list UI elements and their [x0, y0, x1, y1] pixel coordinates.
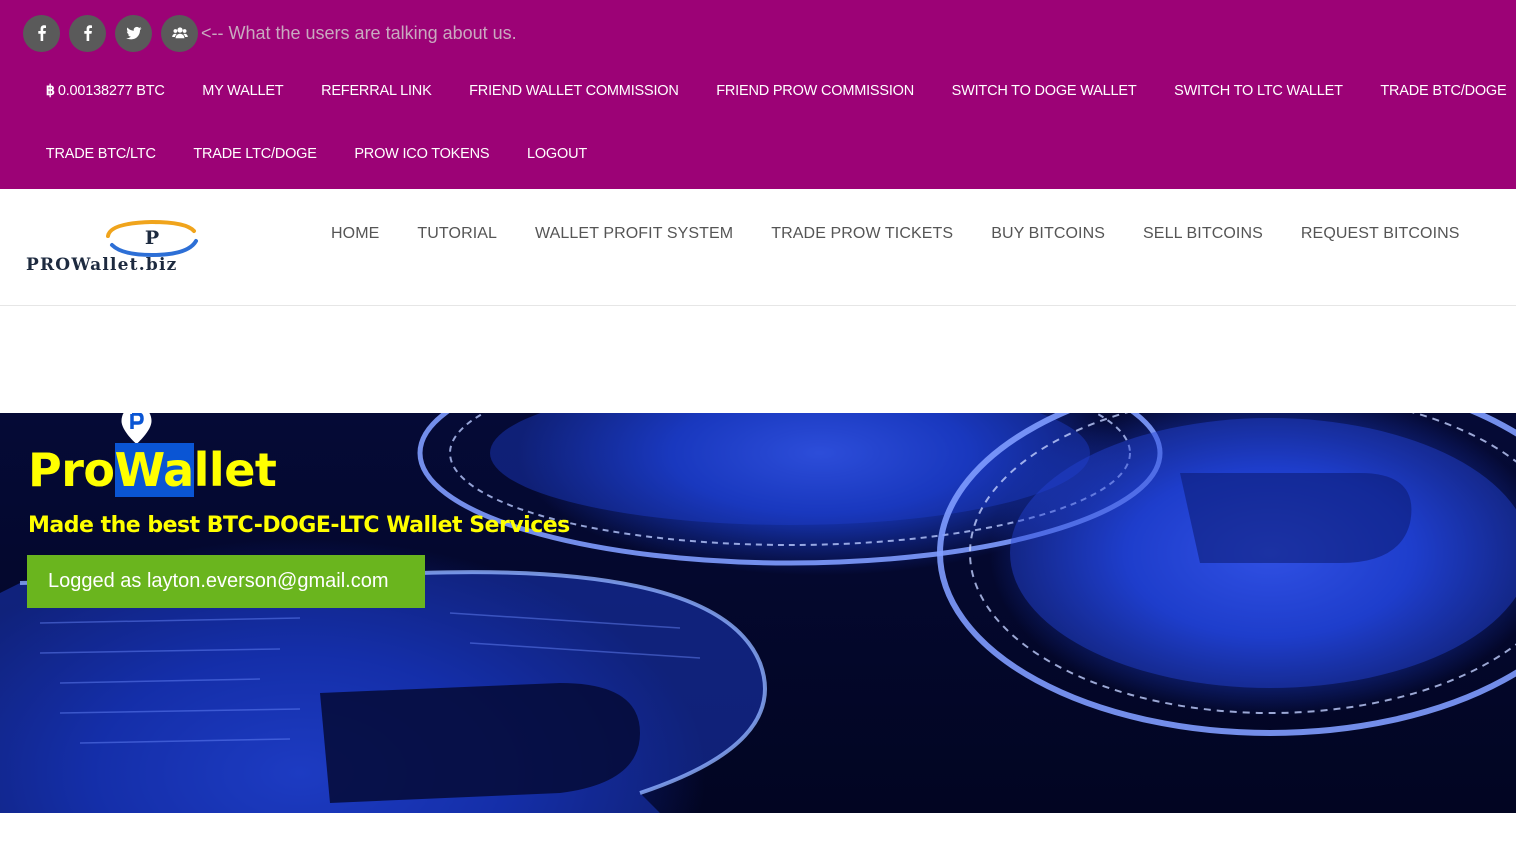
facebook-icon	[83, 25, 92, 41]
users-button[interactable]	[161, 14, 198, 52]
logo-text: PROWallet.biz	[26, 255, 178, 275]
balance-text: 0.00138277 BTC	[57, 83, 165, 99]
menu-friend-prow-commission[interactable]: FRIEND PROW COMMISSION	[697, 80, 932, 102]
logo-letter: P	[145, 227, 159, 249]
social-note: <-- What the users are talking about us.	[201, 22, 517, 43]
menu-referral-link[interactable]: REFERRAL LINK	[302, 80, 450, 102]
top-menu-row-2: TRADE BTC/LTC TRADE LTC/DOGE PROW ICO TO…	[27, 143, 606, 165]
site-logo[interactable]: P PROWallet.biz	[26, 219, 280, 279]
menu-switch-ltc-wallet[interactable]: SWITCH TO LTC WALLET	[1155, 80, 1361, 102]
nav-buy-bitcoins[interactable]: BUY BITCOINS	[972, 222, 1124, 246]
twitter-button[interactable]	[115, 14, 152, 52]
nav-sell-bitcoins[interactable]: SELL BITCOINS	[1124, 222, 1282, 246]
menu-friend-wallet-commission[interactable]: FRIEND WALLET COMMISSION	[450, 80, 697, 102]
nav-trade-prow-tickets[interactable]: TRADE PROW TICKETS	[752, 222, 972, 246]
nav-request-bitcoins[interactable]: REQUEST BITCOINS	[1282, 222, 1479, 246]
facebook-button[interactable]	[23, 14, 60, 52]
facebook-icon	[37, 25, 46, 41]
logged-as-button[interactable]: Logged as layton.everson@gmail.com	[27, 555, 425, 608]
hero-title: ProWallet	[28, 443, 277, 497]
hero-title-part2: llet	[193, 443, 277, 497]
facebook-button[interactable]	[69, 14, 106, 52]
menu-trade-btc-doge[interactable]: TRADE BTC/DOGE	[1362, 80, 1516, 102]
logo-emblem: P	[106, 219, 198, 258]
nav-home[interactable]: HOME	[312, 222, 398, 246]
hero-subtitle: Made the best BTC-DOGE-LTC Wallet Servic…	[28, 513, 570, 538]
main-nav: HOME TUTORIAL WALLET PROFIT SYSTEM TRADE…	[312, 222, 1479, 246]
bitcoin-icon: ฿	[45, 83, 55, 99]
menu-my-wallet[interactable]: MY WALLET	[183, 80, 302, 102]
hero-title-selected: Wa	[114, 443, 194, 497]
site-header: P PROWallet.biz HOME TUTORIAL WALLET PRO…	[0, 189, 1516, 306]
social-row: <-- What the users are talking about us.	[23, 14, 517, 52]
balance-link[interactable]: ฿ 0.00138277 BTC	[27, 80, 183, 102]
nav-wallet-profit-system[interactable]: WALLET PROFIT SYSTEM	[516, 222, 752, 246]
hero-banner: ProWallet Made the best BTC-DOGE-LTC Wal…	[0, 413, 1516, 813]
menu-prow-ico-tokens[interactable]: PROW ICO TOKENS	[336, 143, 509, 165]
top-menu-row-1: ฿ 0.00138277 BTC MY WALLET REFERRAL LINK …	[27, 80, 1516, 102]
hero-title-part1: Pro	[28, 443, 115, 497]
nav-tutorial[interactable]: TUTORIAL	[398, 222, 516, 246]
users-icon	[171, 27, 188, 39]
top-bar: <-- What the users are talking about us.…	[0, 0, 1516, 189]
location-pin-icon	[121, 413, 152, 444]
menu-trade-ltc-doge[interactable]: TRADE LTC/DOGE	[175, 143, 336, 165]
twitter-icon	[125, 26, 141, 40]
menu-logout[interactable]: LOGOUT	[508, 143, 606, 165]
menu-trade-btc-ltc[interactable]: TRADE BTC/LTC	[27, 143, 175, 165]
menu-switch-doge-wallet[interactable]: SWITCH TO DOGE WALLET	[933, 80, 1155, 102]
